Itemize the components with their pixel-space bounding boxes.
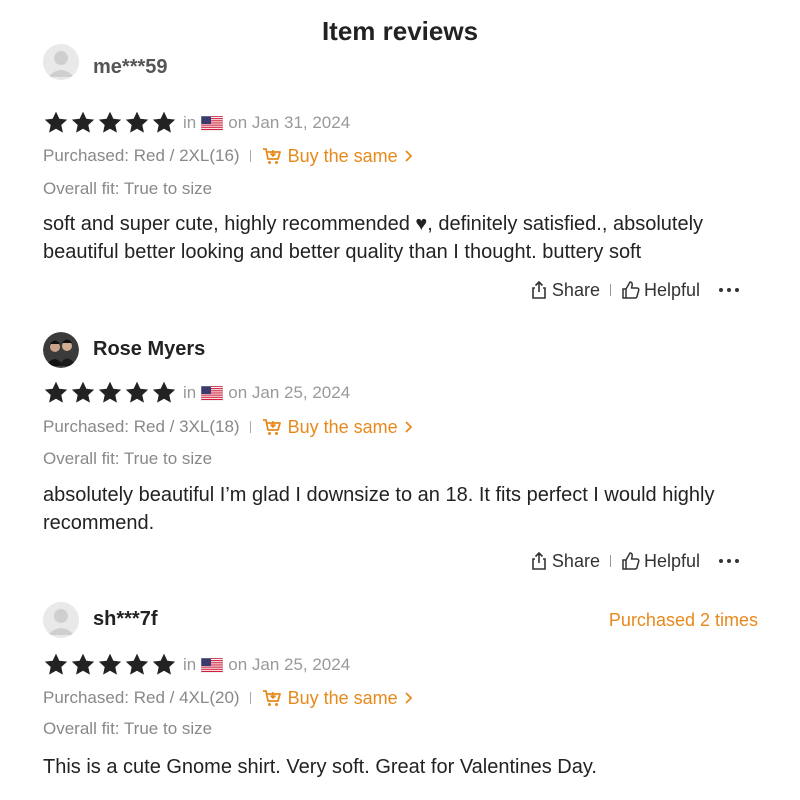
in-label: in [183, 383, 197, 402]
avatar[interactable] [43, 44, 79, 80]
helpful-button[interactable]: Helpful [621, 551, 700, 572]
star-rating [43, 110, 178, 136]
avatar[interactable] [43, 602, 79, 638]
chevron-right-icon [404, 692, 412, 704]
in-label: in [183, 113, 197, 132]
in-label: in [183, 655, 197, 674]
star-icon [71, 111, 95, 133]
star-icon [44, 111, 68, 133]
share-label: Share [551, 279, 600, 300]
thumbs-up-icon [622, 281, 640, 299]
helpful-label: Helpful [643, 550, 700, 571]
star-icon [152, 111, 176, 133]
page-title: Item reviews [321, 16, 479, 46]
review-header: me***59 [43, 44, 758, 94]
review-date: on Jan 25, 2024 [228, 655, 351, 674]
buy-the-same-label: Buy the same [287, 145, 398, 166]
buy-the-same-link[interactable]: Buy the same [262, 417, 413, 438]
review-actions: Share Helpful [529, 547, 740, 575]
star-rating [43, 652, 178, 678]
purchase-info: Purchased: Red / 4XL(20) Buy the same [43, 686, 413, 710]
share-button[interactable]: Share [529, 280, 600, 301]
review-text: This is a cute Gnome shirt. Very soft. G… [43, 756, 597, 778]
review-header: sh***7f Purchased 2 times [43, 602, 758, 640]
divider [609, 555, 611, 567]
star-icon [125, 111, 149, 133]
buy-the-same-label: Buy the same [287, 687, 398, 708]
review-date: on Jan 25, 2024 [228, 383, 351, 402]
us-flag-icon [201, 115, 224, 131]
chevron-right-icon [404, 150, 412, 162]
star-icon [98, 653, 122, 675]
star-icon [71, 653, 95, 675]
star-icon [98, 111, 122, 133]
helpful-button[interactable]: Helpful [621, 280, 700, 301]
divider [249, 692, 251, 704]
helpful-label: Helpful [643, 279, 700, 300]
star-icon [125, 381, 149, 403]
share-label: Share [551, 550, 600, 571]
rating-row: in on Jan 25, 2024 [43, 650, 350, 680]
cart-icon [262, 690, 281, 706]
star-icon [44, 653, 68, 675]
rating-row: in on Jan 31, 2024 [43, 108, 350, 138]
cart-icon [262, 148, 281, 164]
purchase-info: Purchased: Red / 2XL(16) Buy the same [43, 144, 413, 168]
us-flag-icon [201, 385, 224, 401]
share-icon [532, 280, 546, 299]
more-options-icon[interactable] [718, 558, 740, 564]
review-card: sh***7f Purchased 2 times in on Jan 25, … [43, 596, 758, 796]
review-actions: Share Helpful [529, 276, 740, 304]
buy-the-same-link[interactable]: Buy the same [262, 146, 413, 167]
chevron-right-icon [404, 421, 412, 433]
star-icon [152, 381, 176, 403]
buy-the-same-label: Buy the same [287, 416, 398, 437]
review-header: Rose Myers [43, 332, 758, 370]
reviewer-name[interactable]: Rose Myers [93, 338, 205, 361]
overall-fit: Overall fit: True to size [43, 719, 213, 738]
review-card: Rose Myers in on Jan 25, 2024 Purchased:… [43, 326, 758, 596]
thumbs-up-icon [622, 552, 640, 570]
purchased-times-badge: Purchased 2 times [608, 610, 758, 630]
star-icon [98, 381, 122, 403]
rating-row: in on Jan 25, 2024 [43, 378, 350, 408]
avatar[interactable] [43, 332, 79, 368]
review-card: me***59 in on Jan 31, 2024 Purchased: Re… [43, 44, 758, 316]
divider [249, 150, 251, 162]
divider [609, 284, 611, 296]
review-text: absolutely beautiful I’m glad I downsize… [43, 484, 715, 534]
share-button[interactable]: Share [529, 551, 600, 572]
reviewer-name[interactable]: sh***7f [93, 608, 157, 631]
star-icon [44, 381, 68, 403]
divider [249, 421, 251, 433]
review-date: on Jan 31, 2024 [228, 113, 351, 132]
overall-fit: Overall fit: True to size [43, 179, 213, 198]
review-text: soft and super cute, highly recommended … [43, 213, 704, 263]
us-flag-icon [201, 657, 224, 673]
reviewer-name[interactable]: me***59 [93, 56, 168, 79]
purchased-variant: Purchased: Red / 2XL(16) [43, 146, 240, 165]
purchased-variant: Purchased: Red / 4XL(20) [43, 688, 240, 707]
share-icon [532, 551, 546, 570]
cart-icon [262, 419, 281, 435]
purchased-variant: Purchased: Red / 3XL(18) [43, 417, 240, 436]
star-icon [125, 653, 149, 675]
buy-the-same-link[interactable]: Buy the same [262, 688, 413, 709]
star-rating [43, 380, 178, 406]
purchase-info: Purchased: Red / 3XL(18) Buy the same [43, 415, 413, 439]
star-icon [152, 653, 176, 675]
star-icon [71, 381, 95, 403]
overall-fit: Overall fit: True to size [43, 449, 213, 468]
more-options-icon[interactable] [718, 287, 740, 293]
